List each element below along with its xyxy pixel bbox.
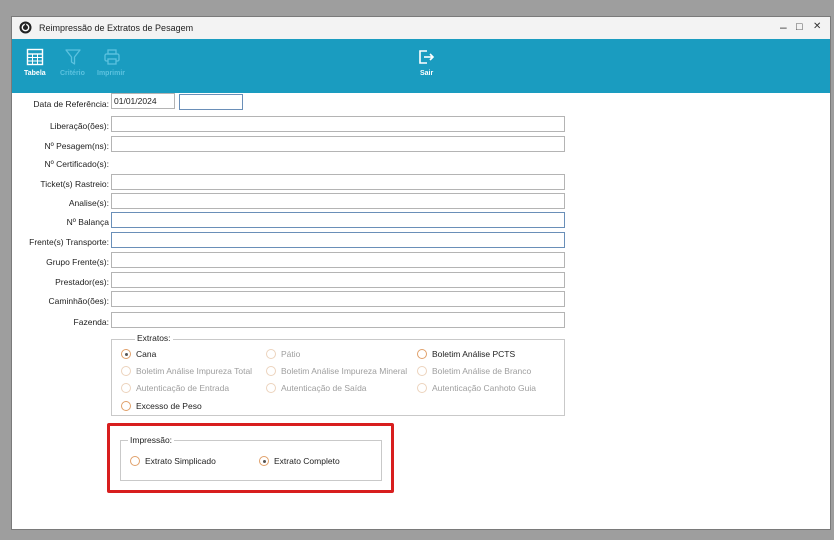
minimize-button[interactable]: – bbox=[780, 20, 787, 34]
fazenda-input[interactable] bbox=[111, 312, 565, 328]
sair-label: Sair bbox=[420, 70, 434, 77]
prestadores-input[interactable] bbox=[111, 272, 565, 288]
imprimir-button[interactable]: Imprimir bbox=[96, 39, 130, 93]
maximize-button[interactable]: □ bbox=[796, 20, 803, 34]
radio-circle bbox=[266, 366, 276, 376]
fazenda-label: Fazenda: bbox=[73, 317, 109, 327]
pesagens-label: Nº Pesagem(ns): bbox=[44, 141, 109, 151]
data-referencia-secondary-input[interactable] bbox=[179, 94, 243, 110]
radio-circle bbox=[121, 383, 131, 393]
radio-circle bbox=[121, 349, 131, 359]
radio-circle bbox=[266, 383, 276, 393]
frentes-input[interactable] bbox=[111, 232, 565, 248]
caminhoes-input[interactable] bbox=[111, 291, 565, 307]
imprimir-label: Imprimir bbox=[97, 70, 126, 77]
tabela-label: Tabela bbox=[24, 70, 46, 77]
table-icon bbox=[26, 48, 44, 66]
radio-circle bbox=[266, 349, 276, 359]
app-logo-icon bbox=[19, 21, 32, 34]
printer-icon bbox=[104, 49, 120, 65]
criterio-button[interactable]: Critério bbox=[58, 39, 88, 93]
title-bar: Reimpressão de Extratos de Pesagem – □ ✕ bbox=[12, 17, 830, 39]
extratos-legend: Extratos: bbox=[135, 333, 173, 343]
main-window: Reimpressão de Extratos de Pesagem – □ ✕… bbox=[11, 16, 831, 530]
pesagens-input[interactable] bbox=[111, 136, 565, 152]
radio-circle bbox=[417, 349, 427, 359]
radio-circle bbox=[417, 383, 427, 393]
data-referencia-input[interactable] bbox=[111, 93, 175, 109]
radio-circle bbox=[121, 401, 131, 411]
radio-circle bbox=[417, 366, 427, 376]
frentes-label: Frente(s) Transporte: bbox=[29, 237, 109, 247]
tabela-button[interactable]: Tabela bbox=[22, 39, 48, 93]
close-button[interactable]: ✕ bbox=[813, 20, 821, 34]
data-referencia-label: Data de Referência: bbox=[33, 99, 109, 109]
filter-icon bbox=[65, 49, 81, 65]
tickets-input[interactable] bbox=[111, 174, 565, 190]
prestadores-label: Prestador(es): bbox=[55, 277, 109, 287]
window-title: Reimpressão de Extratos de Pesagem bbox=[39, 23, 194, 33]
sair-button[interactable]: Sair bbox=[415, 39, 437, 93]
grupo-frentes-label: Grupo Frente(s): bbox=[46, 257, 109, 267]
radio-circle bbox=[121, 366, 131, 376]
certificados-label: Nº Certificado(s): bbox=[44, 159, 109, 169]
criterio-label: Critério bbox=[60, 70, 85, 77]
liberacoes-label: Liberação(ões): bbox=[49, 121, 109, 131]
balanca-input[interactable] bbox=[111, 212, 565, 228]
grupo-frentes-input[interactable] bbox=[111, 252, 565, 268]
tickets-label: Ticket(s) Rastreio: bbox=[40, 179, 109, 189]
highlight-box bbox=[107, 423, 394, 493]
analises-label: Analise(s): bbox=[68, 198, 109, 208]
liberacoes-input[interactable] bbox=[111, 116, 565, 132]
balanca-label: Nº Balança bbox=[66, 217, 109, 227]
exit-icon bbox=[419, 50, 435, 64]
toolbar: Tabela Critério Imprimir Sair bbox=[12, 39, 830, 93]
analises-input[interactable] bbox=[111, 193, 565, 209]
caminhoes-label: Caminhão(ões): bbox=[48, 296, 109, 306]
